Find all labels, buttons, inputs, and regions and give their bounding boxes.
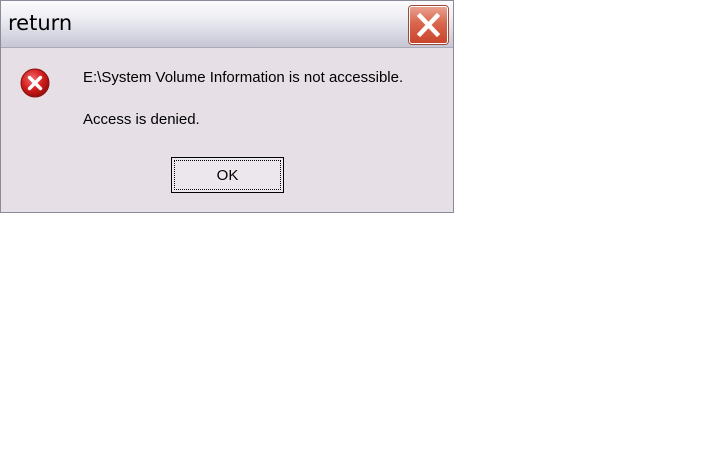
error-detail: Access is denied. <box>83 111 200 128</box>
close-button[interactable] <box>409 6 448 44</box>
ok-button-label: OK <box>174 160 281 190</box>
error-dialog: return E:\System Volume Information is n… <box>0 0 454 213</box>
error-icon <box>20 68 50 98</box>
ok-button[interactable]: OK <box>171 157 284 193</box>
error-message: E:\System Volume Information is not acce… <box>83 69 404 86</box>
dialog-title: return <box>8 11 73 35</box>
title-bar[interactable]: return <box>1 1 453 48</box>
close-icon <box>416 12 441 38</box>
